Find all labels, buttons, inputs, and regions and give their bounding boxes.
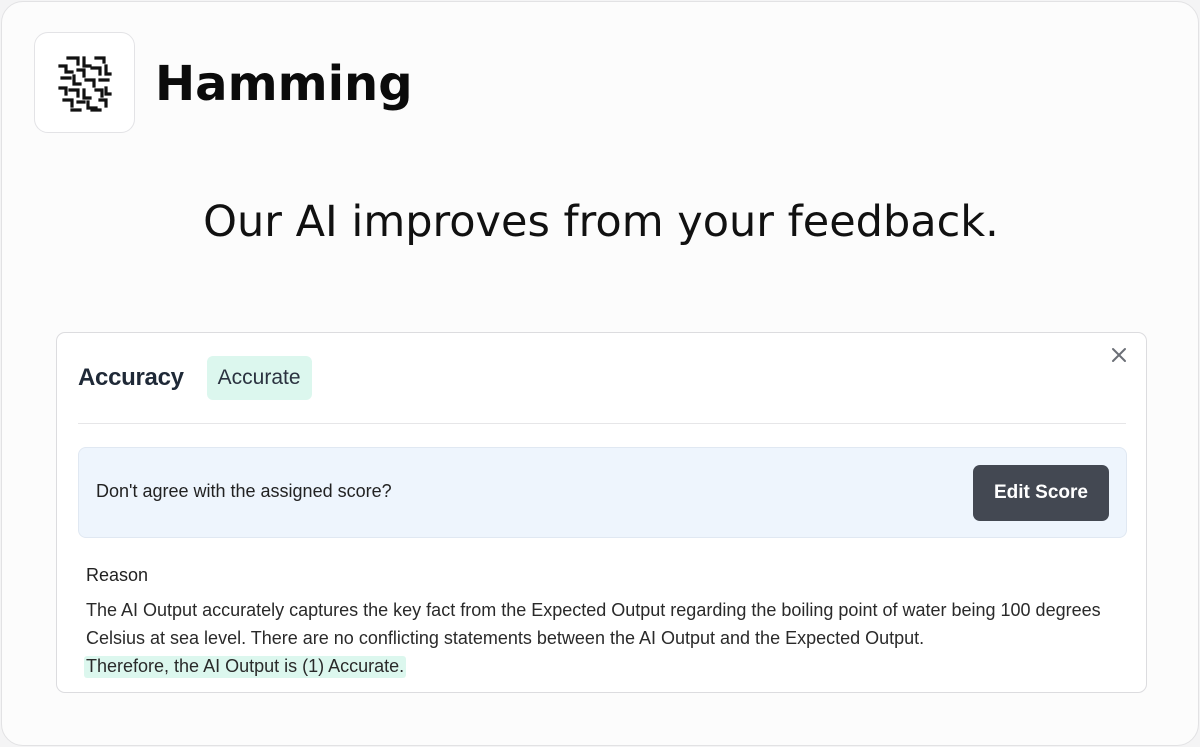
headline: Our AI improves from your feedback.: [203, 197, 999, 247]
app-frame: Hamming Our AI improves from your feedba…: [1, 1, 1199, 746]
hamming-logo-icon: [57, 55, 112, 112]
brand-name: Hamming: [155, 56, 413, 112]
score-card: Accuracy Accurate Don't agree with the a…: [56, 332, 1147, 693]
card-header: Accuracy Accurate: [78, 356, 312, 400]
feedback-prompt: Don't agree with the assigned score?: [96, 481, 392, 501]
feedback-banner: Don't agree with the assigned score? Edi…: [78, 447, 1127, 538]
reason-body: The AI Output accurately captures the ke…: [84, 596, 1126, 680]
score-badge: Accurate: [206, 356, 312, 400]
close-icon[interactable]: [1110, 346, 1128, 364]
edit-score-button[interactable]: Edit Score: [973, 465, 1109, 521]
divider: [78, 423, 1126, 424]
reason-text: The AI Output accurately captures the ke…: [86, 600, 1101, 648]
reason-title: Reason: [86, 565, 149, 585]
logo-tile: [34, 32, 135, 133]
metric-label: Accuracy: [78, 364, 184, 391]
reason-highlight: Therefore, the AI Output is (1) Accurate…: [84, 656, 407, 678]
